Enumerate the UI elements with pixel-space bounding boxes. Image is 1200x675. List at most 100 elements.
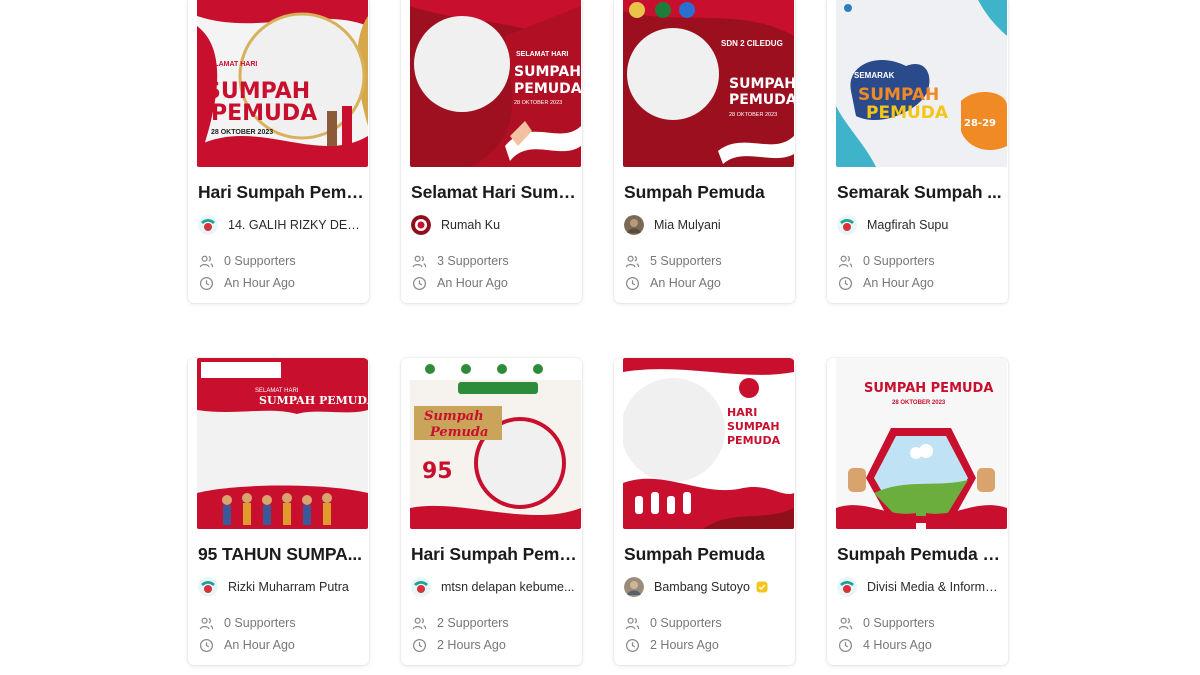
campaign-title[interactable]: Sumpah Pemuda 2...: [837, 544, 1003, 565]
svg-text:95: 95: [422, 459, 453, 484]
twibbon-frame-image: SUMPAH PEMUDA 28 OKTOBER 2023: [836, 358, 1007, 529]
created-time: 4 Hours Ago: [863, 638, 932, 652]
logo-avatar-icon: [411, 577, 431, 597]
creator-row[interactable]: 14. GALIH RIZKY DEWA...: [198, 214, 364, 236]
creator-name[interactable]: Rizki Muharram Putra: [228, 580, 349, 594]
red-logo-avatar-icon: [411, 215, 431, 235]
campaign-card[interactable]: SELAMAT HARI SUMPAH PEMUDA 95 TAHUN SUMP…: [188, 358, 369, 665]
logo-avatar-icon: [198, 215, 218, 235]
campaign-thumbnail[interactable]: SELAMAT HARI SUMPAH PEMUDA 28 OKTOBER 20…: [410, 0, 581, 167]
users-icon: [837, 253, 853, 269]
campaign-title[interactable]: Sumpah Pemuda: [624, 544, 790, 565]
campaign-thumbnail[interactable]: SELAMAT HARI SUMPAH PEMUDA: [197, 358, 368, 529]
svg-text:SUMPAH: SUMPAH: [727, 420, 780, 433]
users-icon: [837, 615, 853, 631]
campaign-thumbnail[interactable]: Sumpah Pemuda 95: [410, 358, 581, 529]
clock-icon: [411, 637, 427, 653]
users-icon: [411, 615, 427, 631]
users-icon: [198, 253, 214, 269]
svg-text:SUMPAH: SUMPAH: [514, 64, 581, 80]
twibbon-frame-image: SELAMAT HARI SUMPAH PEMUDA 28 OKTOBER 20…: [197, 0, 368, 167]
campaign-thumbnail[interactable]: SELAMAT HARI SUMPAH PEMUDA 28 OKTOBER 20…: [197, 0, 368, 167]
twibbon-frame-image: HARI SUMPAH PEMUDA: [623, 358, 794, 529]
campaign-title[interactable]: Hari Sumpah Pemu...: [198, 182, 364, 203]
campaign-thumbnail[interactable]: SUMPAH PEMUDA 28 OKTOBER 2023: [836, 358, 1007, 529]
photo-avatar-icon: [624, 215, 644, 235]
users-icon: [624, 615, 640, 631]
svg-text:SUMPAH: SUMPAH: [729, 76, 794, 92]
twibbon-frame-image: SELAMAT HARI SUMPAH PEMUDA: [197, 358, 368, 529]
svg-text:Pemuda: Pemuda: [429, 425, 488, 440]
creator-name[interactable]: Magfirah Supu: [867, 218, 948, 232]
logo-avatar-icon: [198, 577, 218, 597]
twibbon-frame-image: Sumpah Pemuda 95: [410, 358, 581, 529]
svg-text:SDN 2 CILEDUG: SDN 2 CILEDUG: [721, 39, 783, 48]
campaign-thumbnail[interactable]: HARI SUMPAH PEMUDA: [623, 358, 794, 529]
creator-row[interactable]: Divisi Media & Informas...: [837, 576, 1003, 598]
creator-name[interactable]: Divisi Media & Informas...: [867, 580, 1001, 594]
creator-row[interactable]: Bambang Sutoyo: [624, 576, 790, 598]
creator-name[interactable]: Bambang Sutoyo: [654, 580, 750, 594]
creator-row[interactable]: Magfirah Supu: [837, 214, 1003, 236]
time-row: 4 Hours Ago: [837, 636, 932, 654]
supporters-count: 0 Supporters: [863, 616, 935, 630]
supporters-row: 0 Supporters: [837, 614, 935, 632]
campaign-card[interactable]: Sumpah Pemuda 95 Hari Sumpah Pemu... mts…: [401, 358, 582, 665]
logo-avatar-icon: [837, 215, 857, 235]
supporters-count: 0 Supporters: [224, 616, 296, 630]
time-row: 2 Hours Ago: [411, 636, 506, 654]
svg-text:PEMUDA: PEMUDA: [729, 92, 794, 108]
twibbon-frame-image: SDN 2 CILEDUG SUMPAH PEMUDA 28 OKTOBER 2…: [623, 0, 794, 167]
campaign-title[interactable]: Hari Sumpah Pemu...: [411, 544, 577, 565]
time-row: An Hour Ago: [411, 274, 508, 292]
creator-name[interactable]: Mia Mulyani: [654, 218, 721, 232]
svg-text:28 OKTOBER 2023: 28 OKTOBER 2023: [211, 129, 273, 136]
campaign-title[interactable]: Sumpah Pemuda: [624, 182, 790, 203]
created-time: An Hour Ago: [224, 276, 295, 290]
svg-text:SELAMAT HARI: SELAMAT HARI: [205, 61, 257, 68]
creator-name[interactable]: mtsn delapan kebume...: [441, 580, 574, 594]
campaign-card[interactable]: SUMPAH PEMUDA 28 OKTOBER 2023 Sumpah Pem…: [827, 358, 1008, 665]
created-time: An Hour Ago: [224, 638, 295, 652]
campaign-title[interactable]: 95 TAHUN SUMPA...: [198, 544, 364, 565]
campaign-card[interactable]: HARI SUMPAH PEMUDA Sumpah Pemuda Bambang…: [614, 358, 795, 665]
clock-icon: [837, 275, 853, 291]
supporters-row: 2 Supporters: [411, 614, 509, 632]
supporters-count: 0 Supporters: [863, 254, 935, 268]
svg-text:HARI: HARI: [727, 406, 757, 419]
clock-icon: [624, 637, 640, 653]
photo-avatar-icon: [624, 577, 644, 597]
svg-text:SEMARAK: SEMARAK: [854, 71, 895, 80]
svg-text:PEMUDA: PEMUDA: [514, 81, 581, 97]
creator-row[interactable]: mtsn delapan kebume...: [411, 576, 577, 598]
svg-text:28 OKTOBER 2023: 28 OKTOBER 2023: [514, 100, 562, 106]
svg-text:PEMUDA: PEMUDA: [211, 101, 317, 126]
supporters-row: 5 Supporters: [624, 252, 722, 270]
svg-text:28 OKTOBER 2023: 28 OKTOBER 2023: [892, 400, 946, 406]
svg-text:PEMUDA: PEMUDA: [866, 103, 949, 123]
campaign-card[interactable]: SELAMAT HARI SUMPAH PEMUDA 28 OKTOBER 20…: [188, 0, 369, 303]
logo-avatar-icon: [837, 577, 857, 597]
campaign-title[interactable]: Selamat Hari Sump...: [411, 182, 577, 203]
created-time: 2 Hours Ago: [650, 638, 719, 652]
campaign-title[interactable]: Semarak Sumpah ...: [837, 182, 1003, 203]
clock-icon: [198, 637, 214, 653]
creator-row[interactable]: Rumah Ku: [411, 214, 577, 236]
clock-icon: [624, 275, 640, 291]
campaign-thumbnail[interactable]: SEMARAK SUMPAH PEMUDA 28-29: [836, 0, 1007, 167]
campaign-card[interactable]: SELAMAT HARI SUMPAH PEMUDA 28 OKTOBER 20…: [401, 0, 582, 303]
clock-icon: [198, 275, 214, 291]
campaign-card[interactable]: SDN 2 CILEDUG SUMPAH PEMUDA 28 OKTOBER 2…: [614, 0, 795, 303]
campaign-card[interactable]: SEMARAK SUMPAH PEMUDA 28-29 Semarak Sump…: [827, 0, 1008, 303]
creator-name[interactable]: Rumah Ku: [441, 218, 500, 232]
supporters-row: 3 Supporters: [411, 252, 509, 270]
creator-name[interactable]: 14. GALIH RIZKY DEWA...: [228, 218, 362, 232]
time-row: An Hour Ago: [624, 274, 721, 292]
supporters-count: 0 Supporters: [650, 616, 722, 630]
creator-row[interactable]: Mia Mulyani: [624, 214, 790, 236]
time-row: 2 Hours Ago: [624, 636, 719, 654]
creator-row[interactable]: Rizki Muharram Putra: [198, 576, 364, 598]
campaign-thumbnail[interactable]: SDN 2 CILEDUG SUMPAH PEMUDA 28 OKTOBER 2…: [623, 0, 794, 167]
supporters-count: 5 Supporters: [650, 254, 722, 268]
users-icon: [198, 615, 214, 631]
